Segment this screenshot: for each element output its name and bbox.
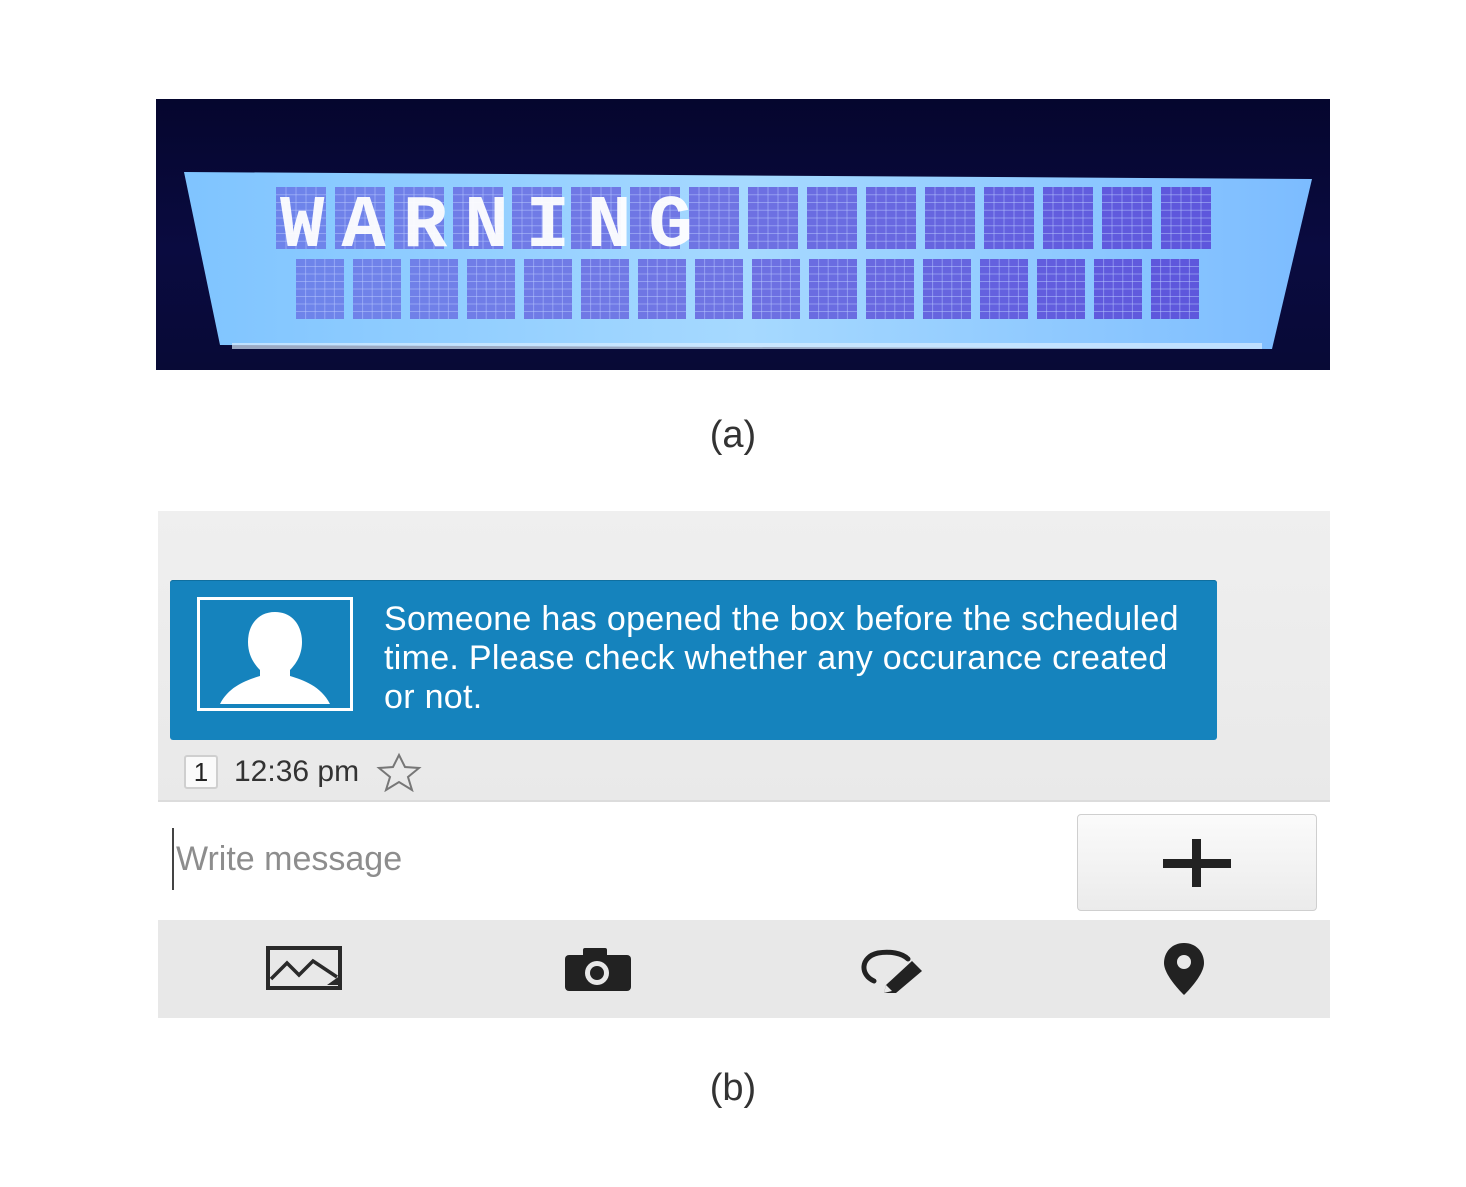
attach-location-button[interactable]: [1037, 920, 1330, 1018]
lcd-display-photo: WARNING: [156, 99, 1330, 370]
attachment-toolbar: [158, 920, 1330, 1018]
message-timestamp: 12:36 pm: [234, 755, 360, 788]
sim-slot-badge: 1: [184, 755, 218, 789]
lcd-text: WARNING: [280, 185, 710, 269]
caption-b: (b): [709, 1067, 757, 1109]
location-pin-icon: [1163, 943, 1204, 995]
caption-a: (a): [709, 414, 757, 456]
write-message-input[interactable]: [172, 828, 1058, 890]
plus-icon: [1163, 838, 1231, 887]
handwriting-button[interactable]: [744, 920, 1037, 1018]
attach-photo-button[interactable]: [451, 920, 744, 1018]
handwriting-icon: [861, 949, 922, 993]
message-bubble[interactable]: Someone has opened the box before the sc…: [170, 580, 1217, 740]
compose-row: [158, 800, 1330, 920]
message-meta: 1 12:36 pm: [184, 752, 425, 792]
camera-icon: [564, 948, 631, 991]
conversation-area[interactable]: Someone has opened the box before the sc…: [158, 511, 1330, 800]
add-attachment-button[interactable]: [1077, 814, 1317, 911]
messaging-screen: Someone has opened the box before the sc…: [158, 511, 1330, 1018]
attach-image-button[interactable]: [158, 920, 451, 1018]
message-text: Someone has opened the box before the sc…: [384, 600, 1179, 716]
image-icon: [265, 946, 342, 990]
star-icon[interactable]: [373, 752, 425, 792]
contact-avatar-icon: [197, 597, 353, 711]
lcd-display: WARNING: [184, 172, 1312, 349]
